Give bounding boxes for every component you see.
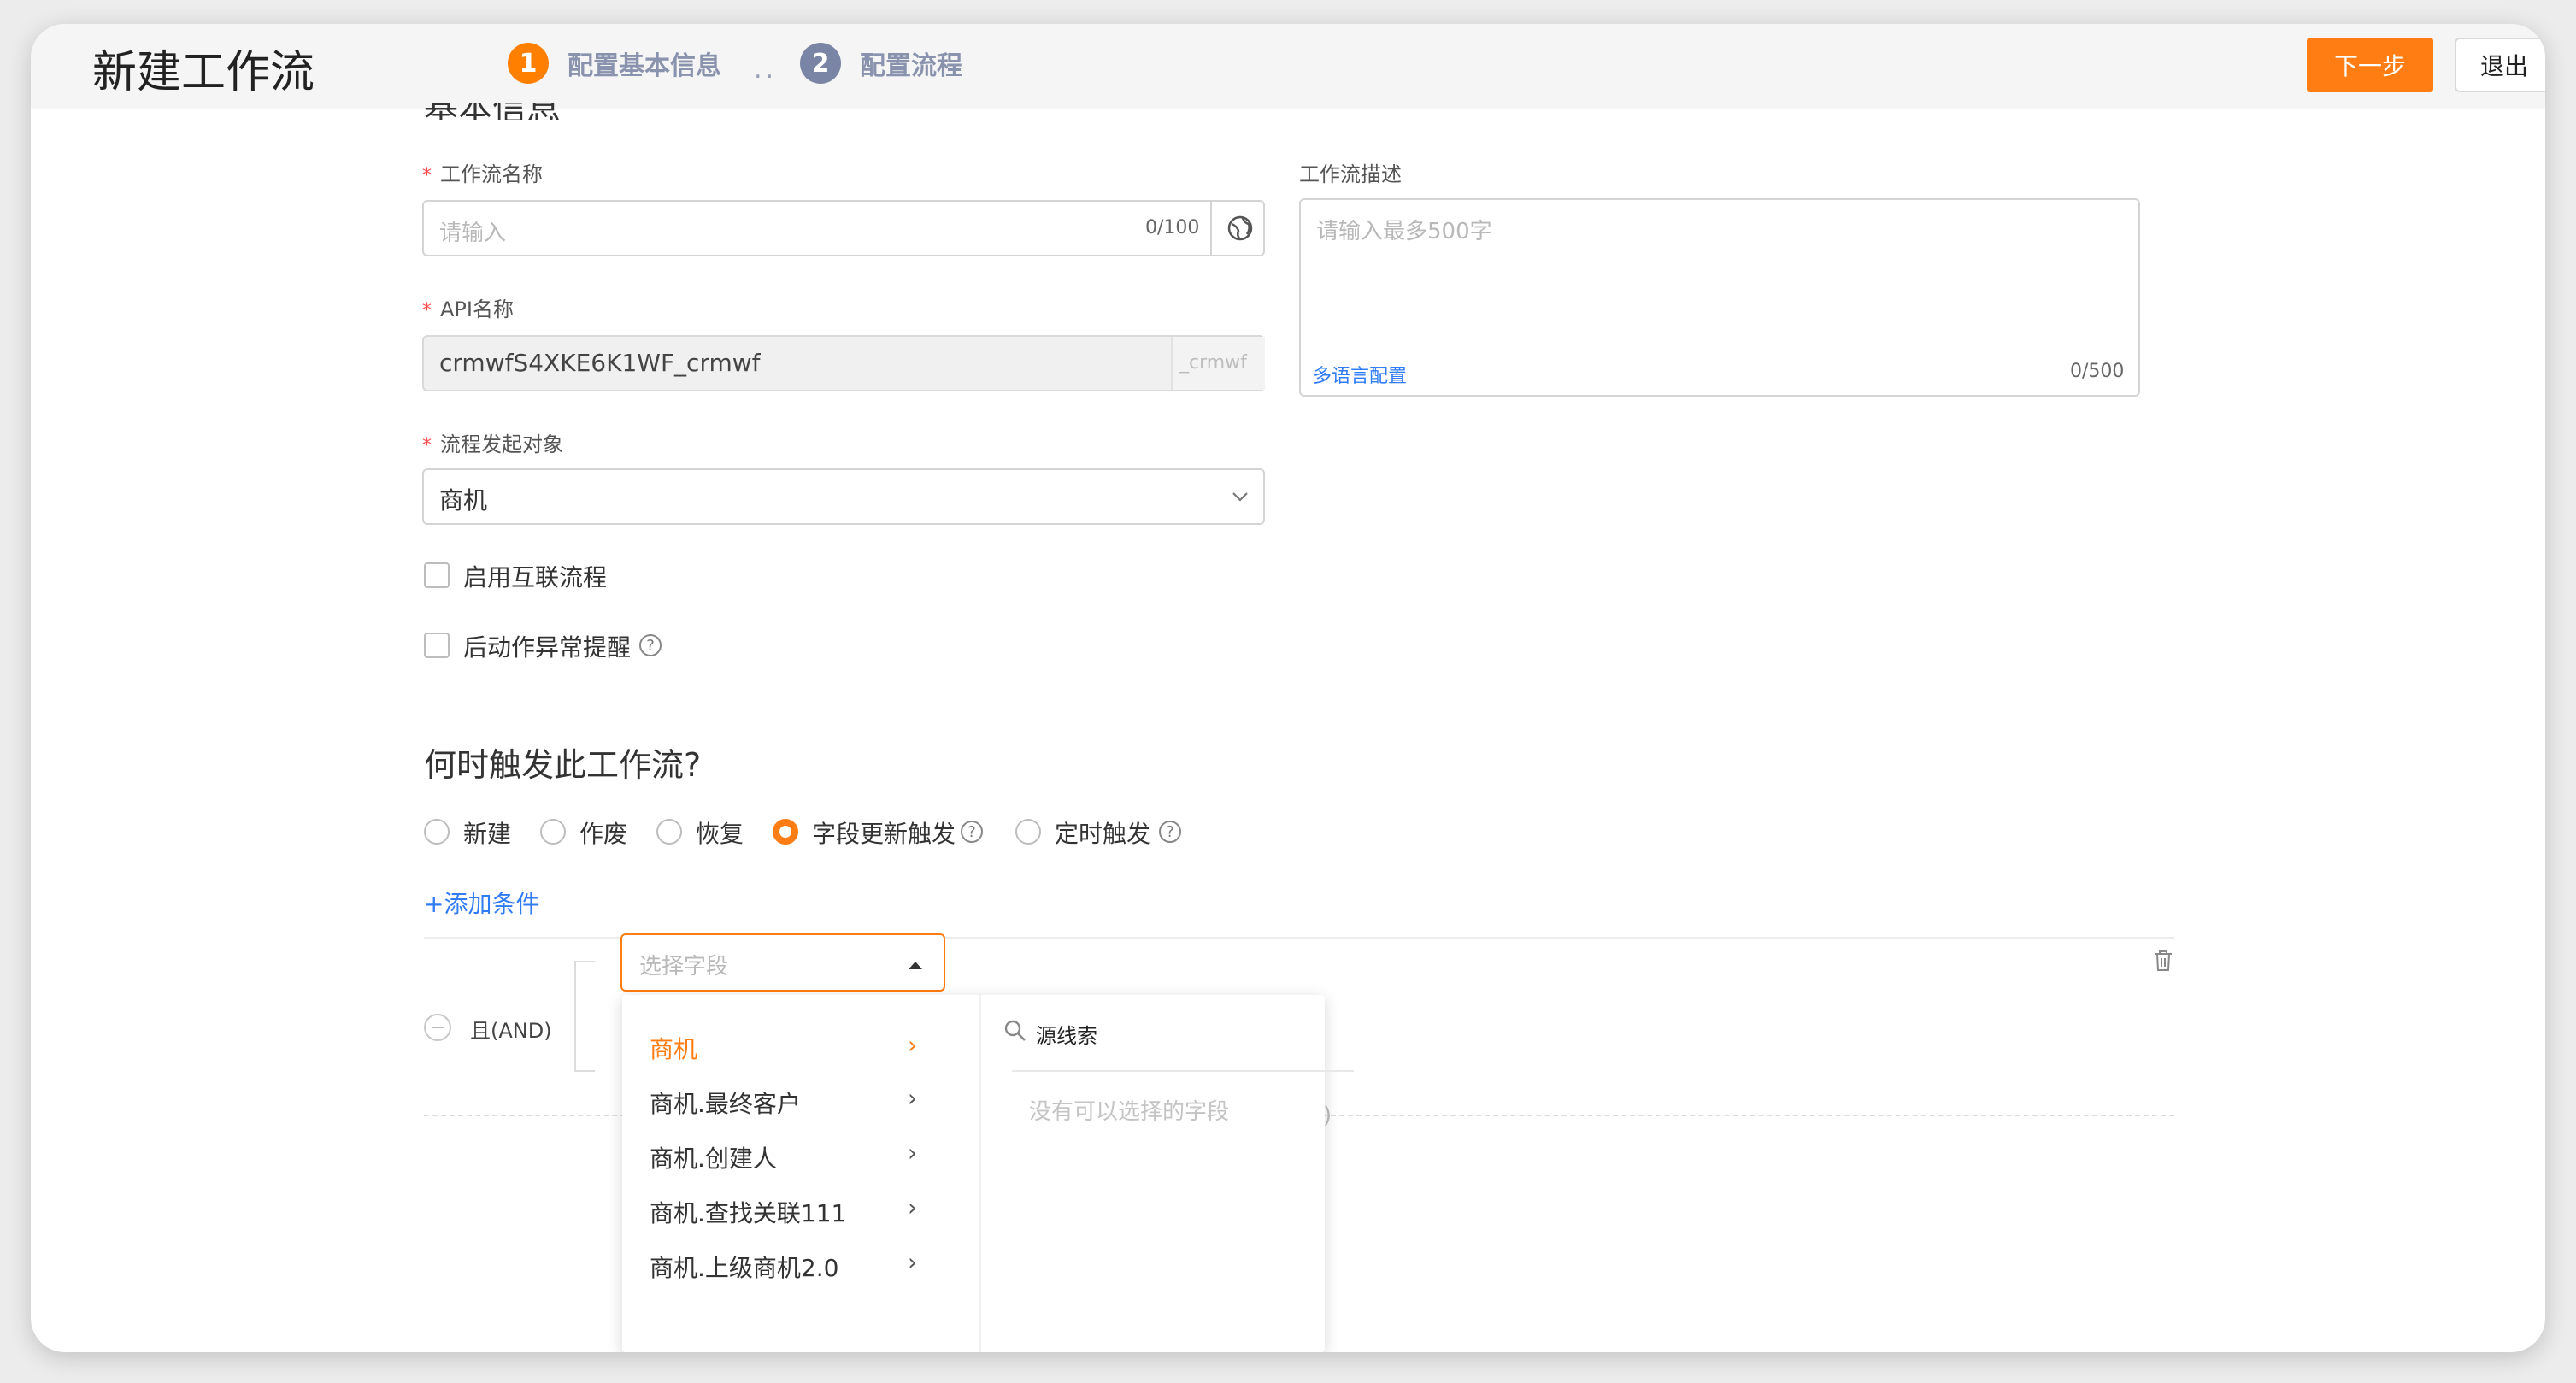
step-1-label: 配置基本信息 [568,51,721,81]
field-search-input[interactable]: 源线索 [1036,1019,1097,1049]
object-select-value: 商机 [439,486,488,515]
and-logic-label: 且(AND) [470,1019,552,1043]
interconnect-flow-label: 启用互联流程 [463,563,608,591]
help-icon[interactable]: ? [639,634,662,656]
chevron-down-icon [1231,487,1250,509]
step-2: 2 配置流程 [800,41,962,85]
workflow-name-placeholder: 请输入 [439,221,507,246]
object-label: * 流程发起对象 [422,433,563,456]
radio-field-update[interactable] [773,819,798,845]
trash-icon[interactable] [2152,949,2174,976]
next-button[interactable]: 下一步 [2307,38,2433,92]
step-separator: .. [754,55,778,85]
step-2-number: 2 [800,43,841,84]
api-name-input[interactable]: crmwfS4XKE6K1WF_crmwf _crmwf [422,335,1265,391]
workflow-name-input[interactable]: 请输入 0/100 [422,200,1265,256]
dropdown-item-creator[interactable]: 商机.创建人 [650,1140,777,1174]
search-underline [1012,1070,1354,1072]
radio-scheduled[interactable] [1015,819,1041,845]
post-action-alert-label: 后动作异常提醒 [463,633,632,662]
workflow-name-label: * 工作流名称 [422,162,543,186]
multilang-config-link[interactable]: 多语言配置 [1313,361,1407,388]
globe-icon[interactable] [1224,212,1256,244]
caret-up-icon [908,957,923,974]
dropdown-divider [979,995,981,1352]
dropdown-item-opportunity[interactable]: 商机 [650,1031,697,1065]
api-suffix: _crmwf [1179,352,1247,374]
field-select-placeholder: 选择字段 [639,954,729,980]
dropdown-item-lookup-111[interactable]: 商机.查找关联111 [650,1195,846,1229]
api-name-value: crmwfS4XKE6K1WF_crmwf [439,349,761,377]
required-mark: * [422,300,432,321]
page-title: 新建工作流 [92,47,315,98]
radio-restore[interactable] [656,819,682,845]
add-condition-link[interactable]: +添加条件 [424,886,539,920]
chevron-right-icon: › [908,1139,918,1167]
exit-button[interactable]: 退出 [2455,38,2545,92]
empty-fields-text: 没有可以选择的字段 [1029,1099,1230,1125]
group-bracket [574,961,595,1072]
chevron-right-icon: › [908,1193,918,1221]
search-icon [1003,1019,1027,1046]
post-action-alert-checkbox[interactable] [424,633,450,658]
interconnect-flow-checkbox[interactable] [424,562,450,588]
input-divider [1210,202,1212,255]
trigger-section-title: 何时触发此工作流? [424,746,702,784]
object-select[interactable]: 商机 [422,468,1265,525]
required-mark: * [422,165,432,186]
api-name-label: * API名称 [422,297,514,321]
remove-group-icon[interactable] [424,1014,451,1041]
radio-scheduled-label: 定时触发 [1055,820,1151,848]
radio-create[interactable] [424,819,450,845]
required-mark: * [422,435,432,456]
chevron-right-icon: › [908,1248,918,1276]
basic-info-section-title: 基本信息 [424,103,595,120]
step-1-number: 1 [508,43,549,84]
description-label: 工作流描述 [1299,162,1402,186]
radio-field-update-label: 字段更新触发 [812,820,956,848]
app-window: 新建工作流 1 配置基本信息 .. 2 配置流程 下一步 退出 基本信息 *工作… [31,24,2545,1352]
field-select[interactable]: 选择字段 [620,933,945,992]
help-icon[interactable]: ? [961,821,983,843]
field-dropdown: 商机 › 商机.最终客户 › 商机.创建人 › 商机.查找关联111 › 商机.… [622,995,1354,1352]
radio-restore-label: 恢复 [696,820,744,848]
dropdown-item-parent-opportunity[interactable]: 商机.上级商机2.0 [650,1250,838,1284]
description-placeholder: 请输入最多500字 [1316,219,1492,244]
radio-void-label: 作废 [579,820,628,848]
step-1: 1 配置基本信息 [508,41,721,85]
help-icon[interactable]: ? [1159,821,1181,843]
dropdown-item-final-customer[interactable]: 商机.最终客户 [650,1086,801,1120]
chevron-right-icon: › [908,1031,918,1059]
description-textarea[interactable]: 请输入最多500字 多语言配置 0/500 [1299,198,2140,397]
workflow-name-count: 0/100 [1145,217,1200,238]
api-suffix-box: _crmwf [1171,337,1265,390]
step-2-label: 配置流程 [860,51,962,81]
description-count: 0/500 [2070,361,2125,382]
radio-create-label: 新建 [463,820,512,848]
radio-void[interactable] [540,819,566,845]
chevron-right-icon: › [908,1084,918,1112]
header-bar: 新建工作流 1 配置基本信息 .. 2 配置流程 下一步 退出 [31,24,2545,109]
